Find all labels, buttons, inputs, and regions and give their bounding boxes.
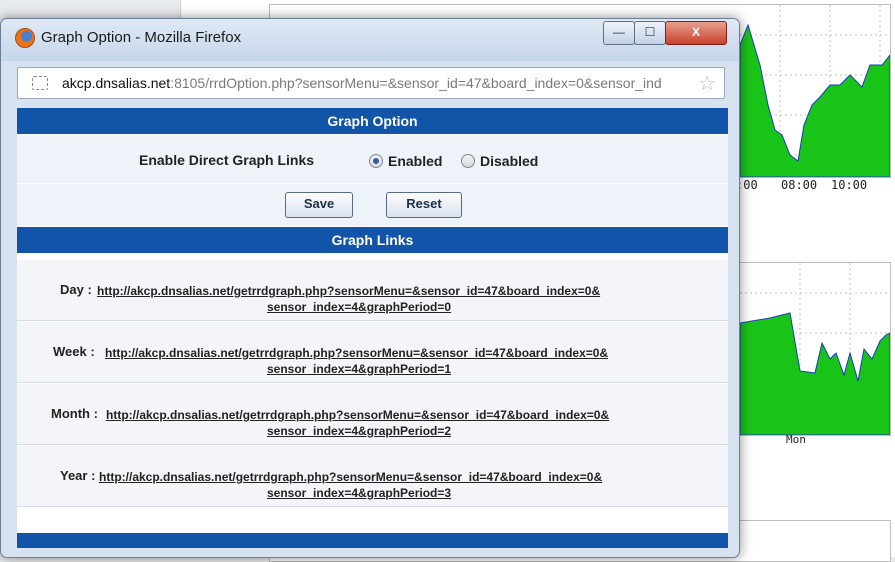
link-label-day: Day : [60, 282, 92, 297]
graph-links-header: Graph Links [17, 227, 728, 253]
graph-link-month-line1[interactable]: http://akcp.dnsalias.net/getrrdgraph.php… [106, 408, 609, 422]
close-button[interactable]: X [665, 21, 727, 45]
link-label-month: Month : [51, 406, 98, 421]
link-label-week: Week : [53, 344, 95, 359]
graph-link-month-line2[interactable]: sensor_index=4&graphPeriod=2 [267, 424, 451, 438]
graph-link-month-row: Month : http://akcp.dnsalias.net/getrrdg… [17, 384, 728, 445]
graph-link-year-line1[interactable]: http://akcp.dnsalias.net/getrrdgraph.php… [99, 470, 602, 484]
reset-button[interactable]: Reset [386, 192, 462, 218]
graph-link-year-row: Year : http://akcp.dnsalias.net/getrrdgr… [17, 446, 728, 507]
save-button[interactable]: Save [285, 192, 353, 218]
graph-day-tick: 10:00 [831, 178, 868, 192]
disabled-radio-label[interactable]: Disabled [480, 153, 538, 169]
popup-window: Graph Option - Mozilla Firefox — ☐ X akc… [0, 18, 740, 558]
link-label-year: Year : [60, 468, 96, 483]
graph-link-week-line2[interactable]: sensor_index=4&graphPeriod=1 [267, 362, 451, 376]
url-domain: akcp.dnsalias.net [62, 75, 171, 91]
graph-link-week-row: Week : http://akcp.dnsalias.net/getrrdgr… [17, 322, 728, 383]
graph-link-day-row: Day : http://akcp.dnsalias.net/getrrdgra… [17, 260, 728, 321]
window-title: Graph Option - Mozilla Firefox [41, 29, 242, 46]
page-icon [32, 76, 48, 90]
enabled-radio[interactable] [369, 154, 383, 168]
address-bar[interactable]: akcp.dnsalias.net:8105/rrdOption.php?sen… [17, 67, 725, 99]
enable-links-row: Enable Direct Graph Links Enabled Disabl… [17, 135, 728, 184]
minimize-button[interactable]: — [603, 21, 635, 45]
graph-link-year-line2[interactable]: sensor_index=4&graphPeriod=3 [267, 486, 451, 500]
firefox-logo-icon [15, 28, 35, 48]
graph-link-week-line1[interactable]: http://akcp.dnsalias.net/getrrdgraph.php… [105, 346, 608, 360]
graph-link-day-line2[interactable]: sensor_index=4&graphPeriod=0 [267, 300, 451, 314]
page-content: Graph Option Enable Direct Graph Links E… [17, 108, 728, 548]
bookmark-star-icon[interactable]: ☆ [698, 71, 716, 96]
enabled-radio-label[interactable]: Enabled [388, 153, 442, 169]
graph-option-header: Graph Option [17, 108, 728, 134]
url-path: :8105/rrdOption.php?sensorMenu=&sensor_i… [170, 75, 662, 91]
graph-link-day-line1[interactable]: http://akcp.dnsalias.net/getrrdgraph.php… [97, 284, 600, 298]
title-bar[interactable]: Graph Option - Mozilla Firefox — ☐ X [1, 19, 739, 61]
maximize-button[interactable]: ☐ [634, 21, 666, 45]
disabled-radio[interactable] [461, 154, 475, 168]
graph-day-tick: 08:00 [781, 178, 818, 192]
buttons-row: Save Reset [17, 184, 728, 227]
footer-bar [17, 533, 728, 548]
enable-links-label: Enable Direct Graph Links [139, 152, 315, 168]
graph-week-tick: Mon [786, 433, 806, 446]
url-text[interactable]: akcp.dnsalias.net:8105/rrdOption.php?sen… [62, 75, 692, 91]
